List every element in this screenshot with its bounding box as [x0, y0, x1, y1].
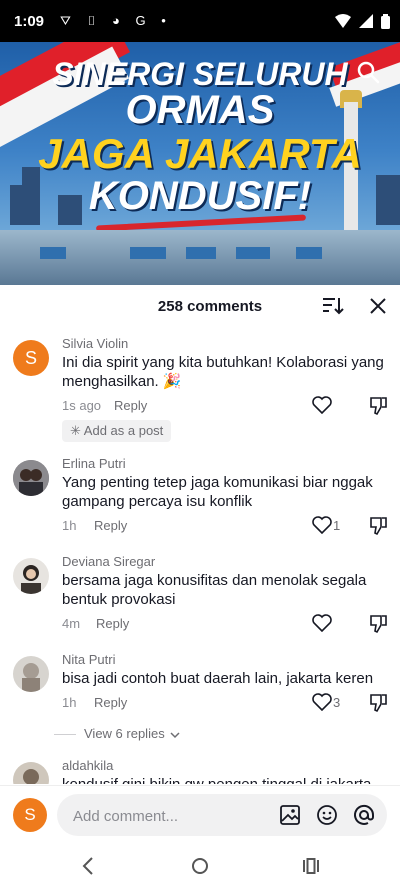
comment-time: 1h	[62, 518, 77, 533]
comment-composer: S	[0, 785, 400, 844]
like-icon[interactable]	[312, 396, 334, 416]
scene-decoration	[296, 247, 322, 259]
comment-time: 1h	[62, 695, 77, 710]
divider	[54, 734, 76, 736]
reply-button[interactable]: Reply	[94, 695, 127, 710]
comment-username[interactable]: Erlina Putri	[62, 456, 126, 471]
recents-icon[interactable]	[300, 855, 324, 877]
like-count: 1	[333, 518, 341, 533]
comment-text: bisa jadi contoh buat daerah lain, jakar…	[62, 670, 374, 687]
avatar[interactable]	[13, 656, 49, 692]
scene-decoration	[186, 247, 216, 259]
comment-username[interactable]: Nita Putri	[62, 652, 115, 667]
comment-text: Ini dia spirit yang kita butuhkan! Kolab…	[62, 354, 384, 390]
avatar[interactable]	[13, 460, 49, 496]
comment-text: kondusif gini bikin gw pengen tinggal di…	[62, 775, 392, 784]
status-time: 1:09	[14, 13, 45, 30]
dislike-icon[interactable]	[368, 396, 388, 416]
system-nav-bar	[0, 843, 400, 889]
comment-username[interactable]: Silvia Violin	[62, 336, 128, 351]
sort-icon[interactable]	[322, 296, 344, 316]
comment-time: 4m	[62, 616, 81, 631]
reply-button[interactable]: Reply	[114, 398, 147, 413]
view-replies-button[interactable]: View 6 replies	[54, 726, 180, 741]
like-icon[interactable]	[312, 614, 334, 634]
dislike-icon[interactable]	[368, 614, 388, 634]
like-count: 3	[333, 695, 341, 710]
avatar[interactable]	[13, 762, 49, 784]
comments-header: 258 comments	[0, 286, 400, 328]
battery-icon	[381, 13, 390, 29]
system-status-icons	[335, 12, 390, 29]
mention-icon[interactable]	[353, 804, 375, 826]
reply-button[interactable]: Reply	[96, 616, 129, 631]
comment-time: 1s ago	[62, 398, 102, 413]
comment-text: Yang penting tetep jaga komunikasi biar …	[62, 474, 373, 510]
headline-line-4: KONDUSIF!	[88, 174, 312, 218]
back-icon[interactable]	[78, 855, 102, 877]
avatar[interactable]	[13, 558, 49, 594]
reply-button[interactable]: Reply	[94, 518, 127, 533]
headline-line-3: JAGA JAKARTA	[38, 130, 362, 177]
emoji-icon[interactable]	[316, 804, 338, 826]
my-avatar[interactable]: S	[13, 798, 47, 832]
notification-icons: ⛛ ▯ ◕ G •	[60, 13, 172, 28]
comment-username[interactable]: aldahkila	[62, 758, 113, 773]
signal-icon	[359, 14, 374, 29]
avatar[interactable]: S	[13, 340, 49, 376]
dislike-icon[interactable]	[368, 693, 388, 713]
wifi-icon	[335, 14, 352, 29]
scene-decoration	[40, 247, 66, 259]
video-thumbnail[interactable]: SINERGI SELURUH ORMAS JAGA JAKARTA KONDU…	[0, 42, 400, 285]
view-replies-label: View 6 replies	[84, 726, 165, 741]
home-icon[interactable]	[189, 855, 213, 877]
image-icon[interactable]	[279, 804, 301, 826]
comment-item: aldahkila kondusif gini bikin gw pengen …	[0, 758, 400, 784]
comment-input-container[interactable]	[57, 794, 387, 838]
comment-input[interactable]	[71, 794, 255, 838]
dislike-icon[interactable]	[368, 516, 388, 536]
search-icon[interactable]	[356, 60, 382, 86]
scene-decoration	[130, 247, 166, 259]
comment-text: bersama jaga konusifitas dan menolak seg…	[62, 572, 367, 608]
like-icon[interactable]	[312, 516, 334, 536]
chevron-down-icon	[170, 732, 180, 738]
like-icon[interactable]	[312, 693, 334, 713]
add-as-post-button[interactable]: ✳ Add as a post	[62, 420, 172, 442]
headline-line-2: ORMAS	[125, 88, 275, 132]
scene-decoration	[236, 247, 270, 259]
close-icon[interactable]	[369, 297, 387, 315]
comment-username[interactable]: Deviana Siregar	[62, 554, 155, 569]
status-bar: 1:09 ⛛ ▯ ◕ G •	[0, 0, 400, 42]
